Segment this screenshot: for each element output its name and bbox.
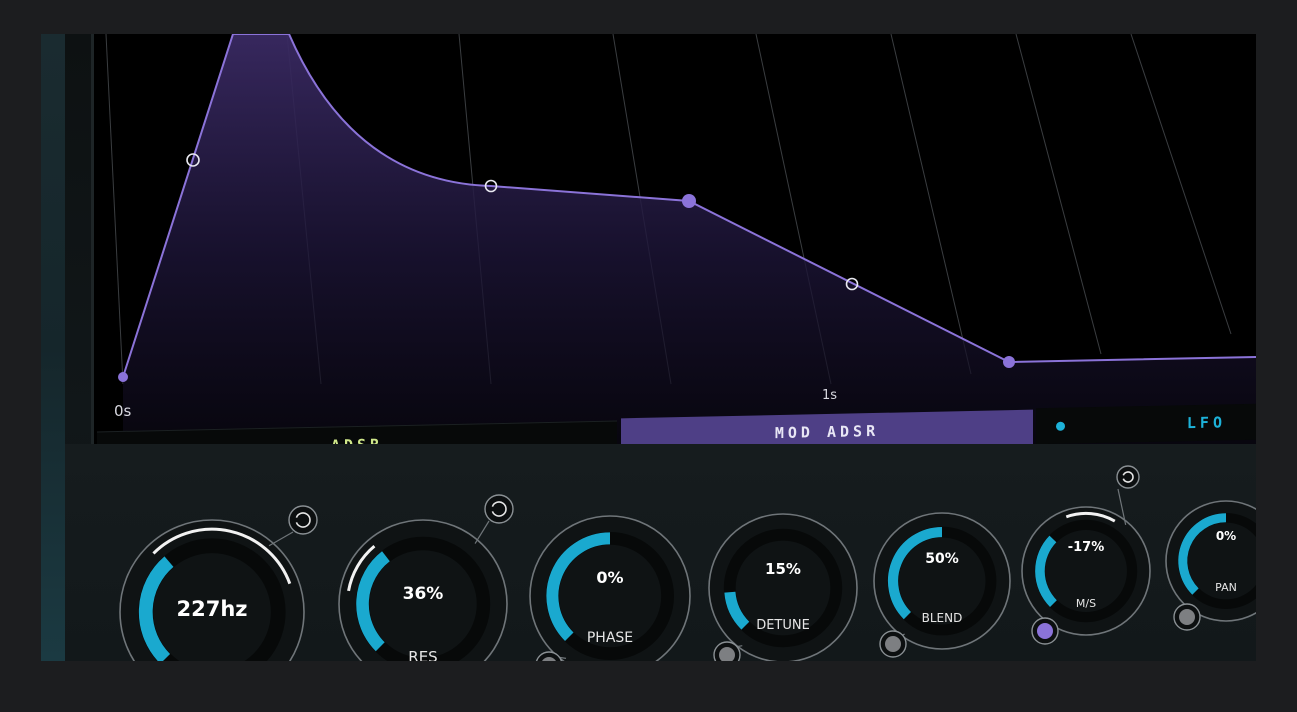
knob-name-ms: M/S [1075,597,1097,610]
knob-value-pan: 0% [1215,528,1237,543]
mod-ring-button-res[interactable] [484,494,514,524]
knob-name-blend: BLEND [921,611,963,625]
synth-plugin-window: 0s 1s ADSR MOD ADSR LFO 227hz36%RES0%PHA… [41,34,1256,661]
knob-name-phase: PHASE [586,630,634,646]
knob-value-cutoff: 227hz [176,597,248,622]
mod-ring-connector [474,520,490,544]
mod-source-dot-blend [885,636,901,652]
knob-value-ms: -17% [1067,539,1105,555]
knob-name-detune: DETUNE [756,618,810,633]
knob-name-res: RES [408,648,438,661]
mod-ring-connector [268,531,294,547]
mod-ring-button-cutoff[interactable] [288,505,318,535]
mod-ring-button-ms[interactable] [1116,465,1140,489]
knob-value-detune: 15% [765,559,801,578]
knob-value-phase: 0% [596,567,624,587]
mod-source-dot-ms [1037,623,1053,639]
mod-source-dot-pan [1179,609,1195,625]
knob-value-res: 36% [402,584,444,605]
knob-name-pan: PAN [1215,581,1237,594]
knob-value-blend: 50% [925,551,959,568]
